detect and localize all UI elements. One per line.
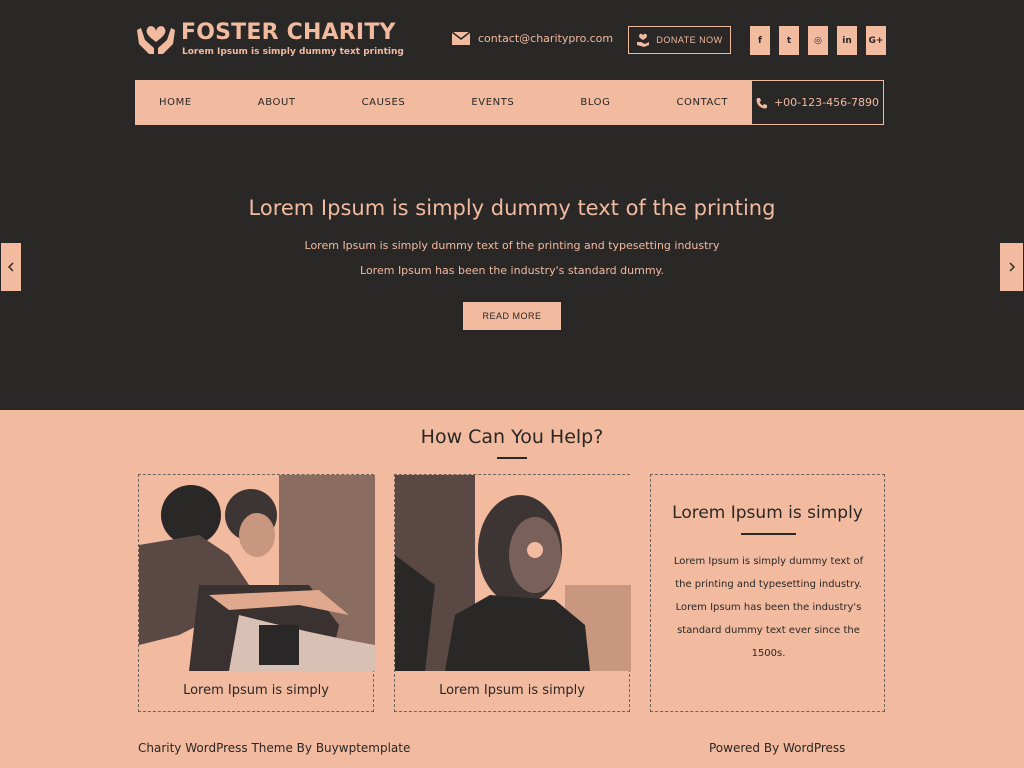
hero-subtitle-line-1: Lorem Ipsum is simply dummy text of the …	[304, 239, 720, 252]
donate-button[interactable]: DONATE NOW	[628, 26, 731, 54]
brand-tagline: Lorem Ipsum is simply dummy text printin…	[182, 47, 404, 57]
help-card[interactable]: Lorem Ipsum is simply	[394, 474, 631, 712]
envelope-icon	[452, 32, 470, 45]
card-title: Lorem Ipsum is simply	[439, 683, 585, 698]
footer-credit[interactable]: Charity WordPress Theme By Buywptemplate	[138, 741, 410, 755]
card-title: Lorem Ipsum is simply	[183, 683, 329, 698]
chevron-right-icon	[1008, 262, 1015, 272]
nav-item-events[interactable]: EVENTS	[471, 97, 514, 108]
read-more-button[interactable]: READ MORE	[463, 302, 561, 330]
instagram-icon[interactable]: ◎	[808, 26, 828, 55]
nav-item-contact[interactable]: CONTACT	[676, 97, 728, 108]
info-card-divider	[741, 533, 796, 535]
nav-item-causes[interactable]: CAUSES	[362, 97, 406, 108]
phone-text: +00-123-456-7890	[773, 96, 880, 109]
info-card-text: Lorem Ipsum is simply dummy text of the …	[673, 556, 864, 659]
twitter-icon[interactable]: t	[779, 26, 799, 55]
contact-email-text: contact@charitypro.com	[478, 32, 614, 45]
section-divider	[497, 457, 527, 459]
hand-heart-icon	[637, 33, 650, 47]
heart-hands-icon	[137, 26, 175, 54]
section-title: How Can You Help?	[420, 426, 604, 448]
help-card[interactable]: Lorem Ipsum is simply	[138, 474, 375, 712]
info-card: Lorem Ipsum is simply Lorem Ipsum is sim…	[650, 474, 885, 712]
chevron-left-icon	[8, 262, 14, 272]
main-nav: HOME ABOUT CAUSES EVENTS BLOG CONTACT +0…	[135, 80, 884, 125]
facebook-icon[interactable]: f	[750, 26, 770, 55]
card-photo	[395, 475, 631, 671]
info-card-title: Lorem Ipsum is simply	[672, 503, 863, 523]
nav-item-home[interactable]: HOME	[159, 97, 192, 108]
slider-next-button[interactable]	[999, 242, 1024, 292]
donate-label: DONATE NOW	[656, 35, 723, 45]
nav-item-blog[interactable]: BLOG	[580, 97, 610, 108]
nav-item-about[interactable]: ABOUT	[258, 97, 296, 108]
social-links: f t ◎ in G+	[750, 26, 886, 55]
hero-subtitle-line-2: Lorem Ipsum has been the industry's stan…	[360, 264, 664, 277]
linkedin-icon[interactable]: in	[837, 26, 857, 55]
brand-name: FOSTER CHARITY	[181, 20, 396, 45]
phone-number[interactable]: +00-123-456-7890	[751, 80, 884, 125]
contact-email[interactable]: contact@charitypro.com	[452, 32, 613, 45]
google-plus-icon[interactable]: G+	[866, 26, 886, 55]
phone-icon	[756, 97, 767, 108]
footer-powered-by[interactable]: Powered By WordPress	[709, 741, 845, 755]
site-logo[interactable]: FOSTER CHARITY Lorem Ipsum is simply dum…	[135, 20, 404, 58]
slider-prev-button[interactable]	[0, 242, 22, 292]
card-photo	[139, 475, 375, 671]
hero-title: Lorem Ipsum is simply dummy text of the …	[248, 196, 776, 220]
